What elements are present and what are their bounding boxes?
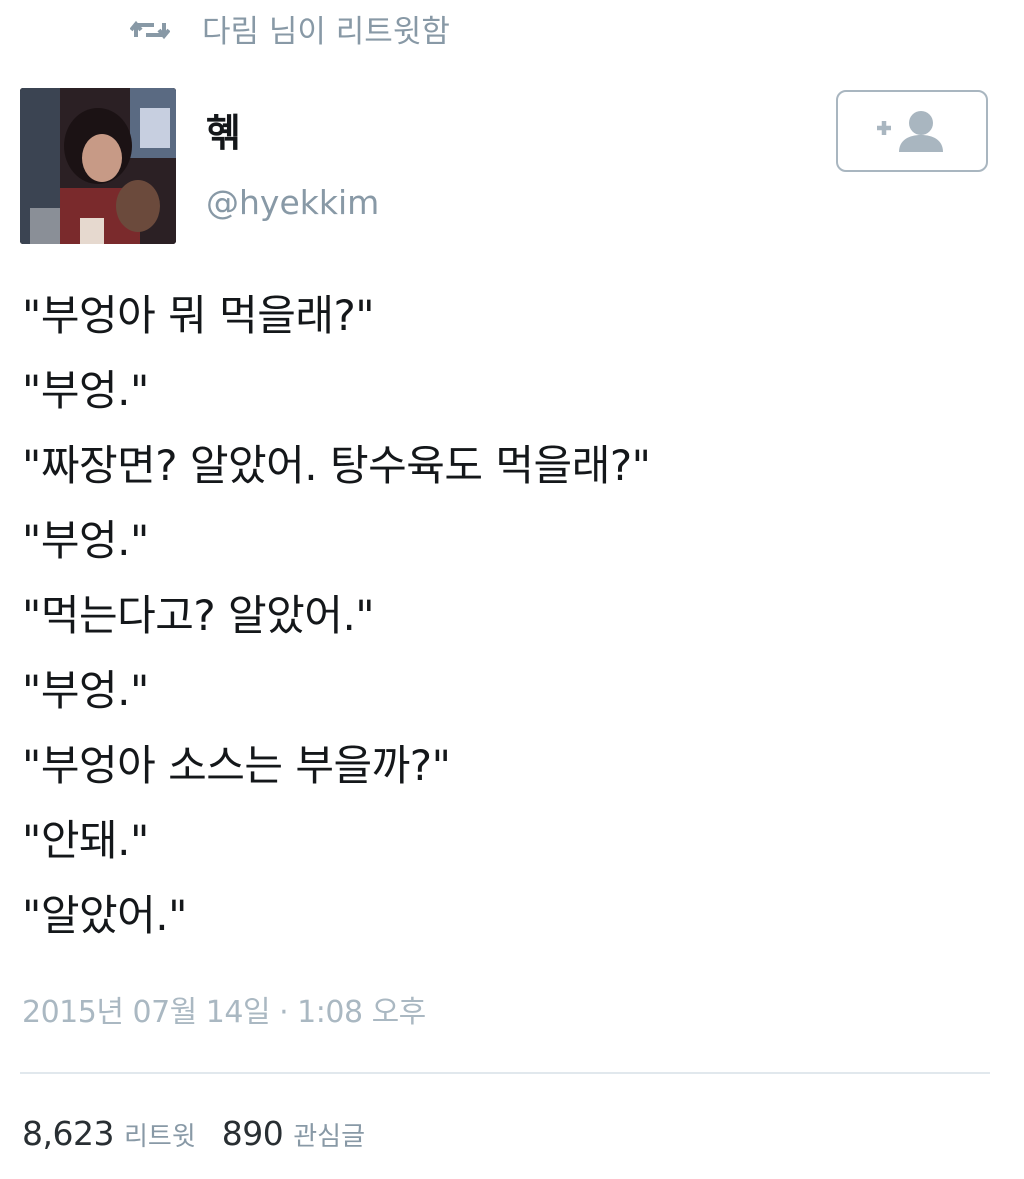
- avatar[interactable]: [20, 88, 176, 244]
- tweet-line: "짜장면? 알았어. 탕수육도 먹을래?": [22, 441, 651, 490]
- author-handle[interactable]: @hyekkim: [206, 180, 379, 226]
- retweet-context: 다림 님이 리트윗함: [129, 6, 450, 50]
- retweet-count-label: 리트윗: [123, 1122, 196, 1152]
- tweet-line: "부엉.": [22, 516, 149, 565]
- retweet-context-text: 다림 님이 리트윗함: [202, 13, 450, 50]
- tweet-line: "먹는다고? 알았어.": [22, 591, 375, 640]
- tweet-line: "알았어.": [22, 891, 187, 940]
- add-user-icon: [877, 111, 943, 152]
- tweet-text: "부엉아 뭐 먹을래?" "부엉." "짜장면? 알았어. 탕수육도 먹을래?"…: [22, 278, 651, 953]
- author-name[interactable]: 혞: [206, 108, 241, 158]
- like-count[interactable]: 890 관심글: [222, 1114, 365, 1153]
- tweet-line: "부엉아 뭐 먹을래?": [22, 291, 375, 340]
- retweet-count[interactable]: 8,623 리트윗: [22, 1114, 196, 1153]
- tweet-timestamp[interactable]: 2015년 07월 14일 · 1:08 오후: [22, 990, 426, 1036]
- like-count-label: 관심글: [293, 1122, 366, 1152]
- tweet-line: "부엉아 소스는 부을까?": [22, 741, 451, 790]
- tweet-line: "안돼.": [22, 816, 149, 865]
- divider: [20, 1072, 990, 1074]
- retweet-icon: [129, 15, 171, 41]
- tweet-stats: 8,623 리트윗 890 관심글: [22, 1114, 365, 1153]
- profile-photo-icon: [20, 88, 176, 244]
- like-count-number: 890: [221, 1114, 284, 1153]
- follow-button[interactable]: [836, 90, 988, 172]
- tweet-line: "부엉.": [22, 366, 149, 415]
- tweet-line: "부엉.": [22, 666, 149, 715]
- retweet-count-number: 8,623: [22, 1114, 114, 1153]
